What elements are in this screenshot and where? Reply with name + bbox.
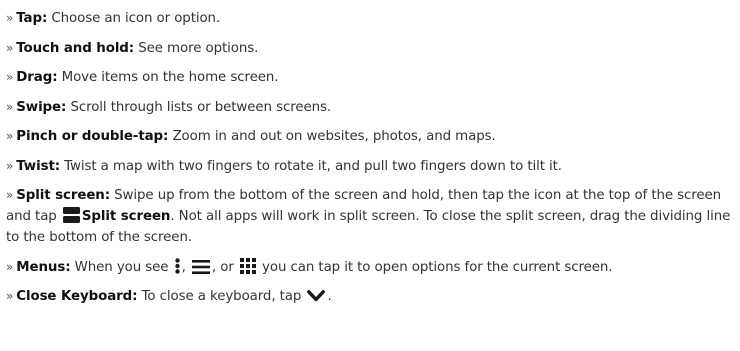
list-item-swipe: » Swipe: Scroll through lists or between …	[6, 97, 740, 118]
list-item-menus: » Menus: When you see , , or you can tap …	[6, 257, 736, 278]
split-screen-icon	[62, 207, 80, 223]
item-term: Twist:	[16, 158, 60, 174]
list-item-twist: » Twist: Twist a map with two fingers to …	[6, 156, 740, 177]
item-text: Twist a map with two fingers to rotate i…	[60, 158, 562, 174]
item-term: Tap:	[16, 11, 48, 26]
bullet: »	[6, 99, 14, 114]
item-text: See more options.	[134, 40, 259, 56]
item-term: Pinch or double-tap:	[16, 129, 169, 144]
list-item-tap: » Tap: Choose an icon or option.	[6, 8, 740, 29]
bullet: »	[6, 259, 14, 274]
item-term: Swipe:	[16, 99, 67, 115]
bullet: »	[6, 40, 14, 55]
list-item-close-keyboard: » Close Keyboard: To close a keyboard, ta…	[6, 286, 740, 307]
separator: , or	[211, 259, 238, 275]
item-text: Choose an icon or option.	[47, 11, 221, 26]
item-text: you can tap it to open options for the c…	[257, 259, 613, 275]
item-term: Split screen:	[16, 188, 110, 203]
list-item-touch-and-hold: » Touch and hold: See more options.	[6, 38, 740, 59]
bullet: »	[6, 70, 14, 84]
bullet: »	[6, 289, 14, 303]
list-item-drag: » Drag: Move items on the home screen.	[6, 67, 740, 88]
item-text: When you see	[70, 259, 173, 275]
split-screen-label: Split screen	[81, 209, 171, 224]
gestures-list: » Tap: Choose an icon or option. » Touch a…	[0, 0, 740, 307]
item-text: To close a keyboard, tap	[137, 289, 306, 304]
bullet: »	[6, 158, 14, 173]
bullet: »	[6, 188, 14, 202]
more-vert-icon	[174, 257, 180, 274]
item-term: Close Keyboard:	[16, 289, 138, 304]
item-term: Menus:	[16, 259, 71, 275]
menu-lines-icon	[191, 259, 210, 274]
item-text: Zoom in and out on websites, photos, and…	[168, 129, 496, 144]
chevron-down-icon	[307, 290, 326, 303]
list-item-split-screen: » Split screen: Swipe up from the bottom …	[6, 185, 736, 248]
separator: ,	[181, 259, 190, 275]
item-term: Drag:	[16, 70, 58, 85]
apps-grid-icon	[239, 257, 256, 274]
bullet: »	[6, 129, 14, 143]
item-term: Touch and hold:	[16, 40, 135, 56]
item-text: Scroll through lists or between screens.	[66, 99, 332, 115]
bullet: »	[6, 11, 14, 25]
item-text: Move items on the home screen.	[57, 70, 279, 85]
item-text: .	[327, 289, 332, 304]
list-item-pinch: » Pinch or double-tap: Zoom in and out on…	[6, 126, 740, 147]
